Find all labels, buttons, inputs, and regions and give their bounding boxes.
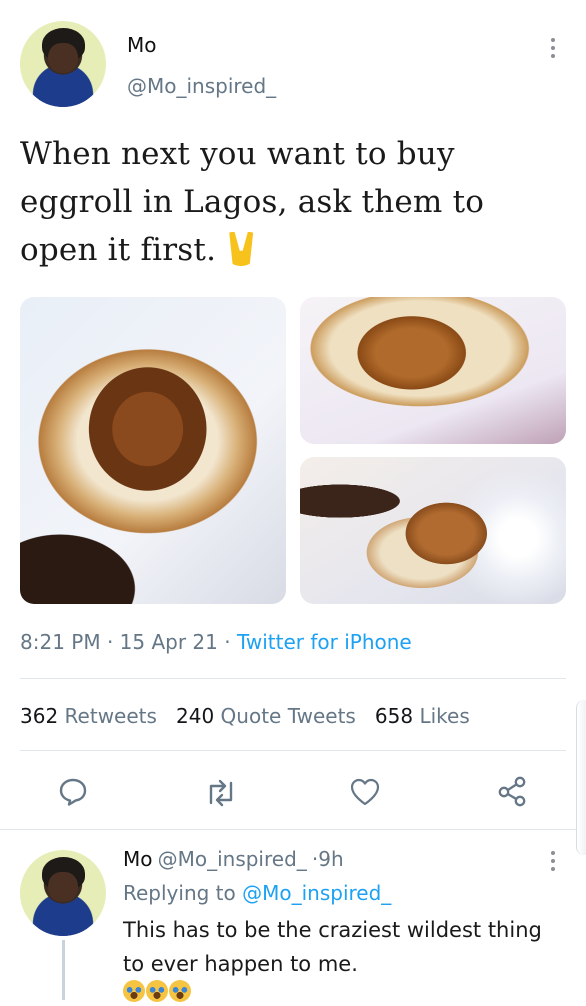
tweet-text-body: When next you want to buy eggroll in Lag… — [20, 136, 485, 268]
retweet-icon — [209, 779, 233, 807]
tweet-meta: 8:21 PM · 15 Apr 21 · Twitter for iPhone — [20, 630, 412, 654]
like-button[interactable] — [349, 777, 381, 807]
meta-separator: · — [106, 630, 114, 654]
tweet-text: When next you want to buy eggroll in Lag… — [20, 130, 565, 274]
reply-author-name[interactable]: Mo — [123, 847, 153, 871]
reply-header: Mo @Mo_inspired_ ·9h — [123, 847, 344, 871]
likes-count: 658 — [374, 704, 414, 728]
tweet-source-link[interactable]: Twitter for iPhone — [237, 630, 412, 654]
tweet-photo-3[interactable] — [300, 457, 566, 604]
author-handle[interactable]: @Mo_inspired_ — [127, 74, 276, 98]
retweets-count: 362 — [20, 704, 59, 728]
divider — [20, 750, 566, 751]
divider — [20, 678, 566, 679]
reply-emojis — [123, 980, 192, 1006]
more-options-icon[interactable] — [551, 38, 555, 62]
like-icon — [350, 778, 380, 806]
reply-button[interactable] — [58, 777, 88, 807]
quote-label: Quote Tweets — [220, 704, 356, 728]
victory-hand-icon — [229, 232, 254, 266]
reply-more-options-icon[interactable] — [551, 851, 555, 875]
reply-author-avatar[interactable] — [20, 850, 106, 936]
reply-author-handle[interactable]: @Mo_inspired_ — [158, 847, 307, 871]
author-name[interactable]: Mo — [127, 33, 157, 57]
replying-prefix: Replying to — [123, 881, 236, 905]
likes-label: Likes — [419, 704, 470, 728]
reply-text: This has to be the craziest wildest thin… — [123, 918, 542, 976]
tweet-stats: 362 Retweets 240 Quote Tweets 658 Likes — [20, 704, 470, 728]
crying-face-icon — [146, 980, 168, 1002]
replying-to: Replying to @Mo_inspired_ — [123, 881, 391, 905]
reply-time: 9h — [318, 847, 344, 871]
retweets-label: Retweets — [64, 704, 157, 728]
tweet-photo-1[interactable] — [20, 297, 286, 604]
replying-to-handle[interactable]: @Mo_inspired_ — [242, 881, 391, 905]
tweet-date: 15 Apr 21 — [119, 630, 218, 654]
author-avatar[interactable] — [20, 21, 106, 107]
retweet-button[interactable] — [204, 778, 238, 808]
scroll-edge — [576, 700, 586, 855]
quote-count: 240 — [176, 704, 215, 728]
tweet-photo-2[interactable] — [300, 297, 566, 444]
thread-line — [62, 940, 65, 1000]
share-button[interactable] — [496, 775, 528, 807]
likes-stat[interactable]: 658 Likes — [375, 704, 470, 728]
reply-icon — [59, 778, 87, 806]
tweet-time: 8:21 PM — [20, 630, 101, 654]
crying-face-icon — [123, 980, 145, 1002]
share-icon — [498, 776, 526, 807]
quote-tweets-stat[interactable]: 240 Quote Tweets — [176, 704, 356, 728]
meta-separator: · — [224, 630, 231, 654]
retweets-stat[interactable]: 362 Retweets — [20, 704, 157, 728]
crying-face-icon — [169, 980, 191, 1002]
divider — [0, 829, 586, 830]
